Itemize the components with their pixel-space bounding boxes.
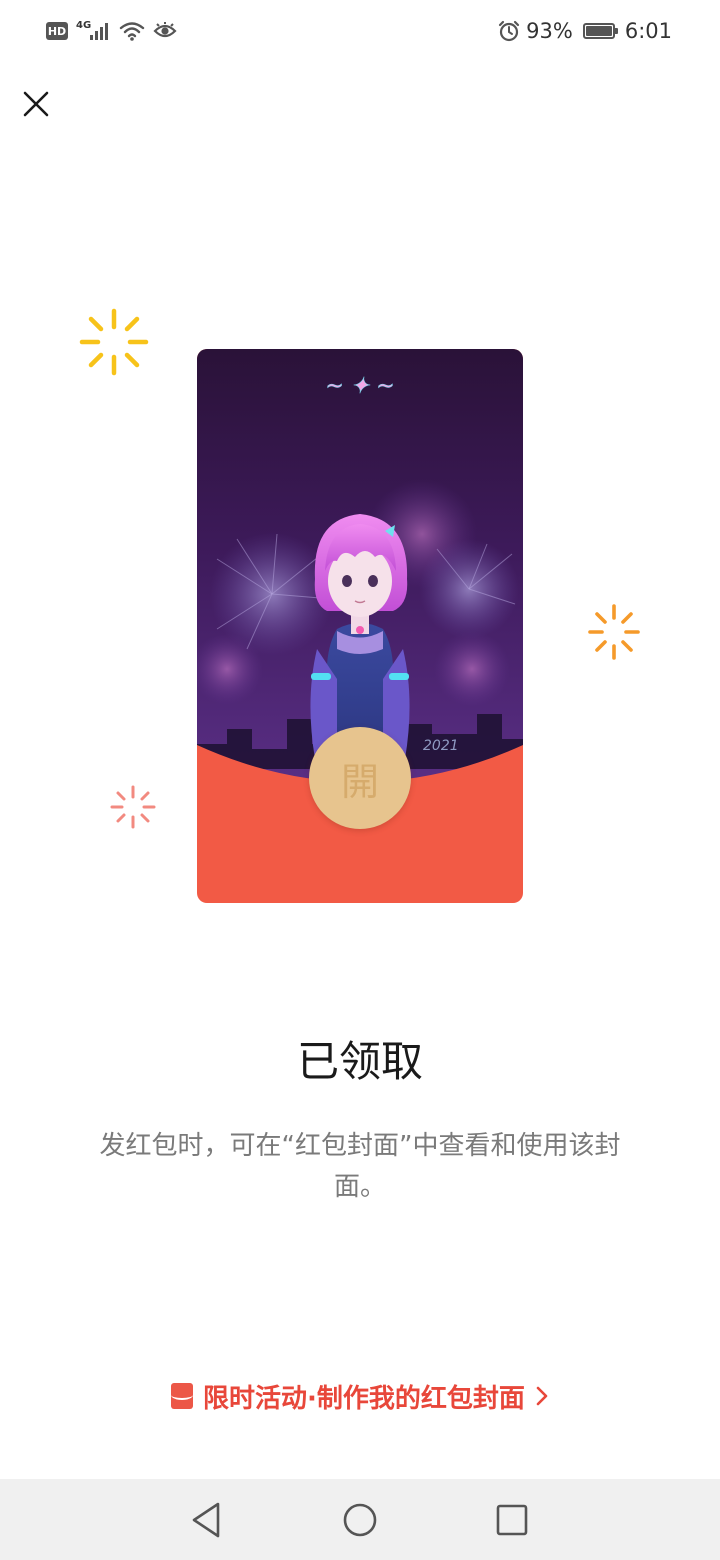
open-button-label: 開 bbox=[340, 759, 379, 804]
promo-link[interactable]: 限时活动·制作我的红包封面 bbox=[0, 1376, 720, 1416]
clock: 6:01 bbox=[624, 19, 672, 43]
svg-text:~ ✦ ~: ~ ✦ ~ bbox=[325, 374, 394, 399]
red-packet-icon bbox=[171, 1383, 194, 1409]
network-type: 4G bbox=[76, 19, 92, 31]
close-icon bbox=[23, 91, 49, 117]
sparkle-icon bbox=[79, 308, 149, 376]
status-bar: HD 4G 93% 6:01 bbox=[0, 0, 720, 62]
red-packet-cover: ~ ✦ ~ 2021 開 bbox=[197, 349, 523, 903]
sparkle-icon bbox=[588, 604, 640, 660]
home-icon bbox=[343, 1503, 377, 1537]
description-text: 发红包时，可在“红包封面”中查看和使用该封面。 bbox=[99, 1131, 621, 1202]
eye-comfort-icon bbox=[153, 22, 177, 38]
battery-percent: 93% bbox=[526, 19, 573, 43]
wifi-icon bbox=[119, 22, 145, 41]
signal-icon bbox=[90, 23, 109, 40]
sparkle-icon bbox=[110, 785, 156, 829]
cover-year-text: 2021 bbox=[423, 738, 459, 754]
close-button[interactable] bbox=[16, 84, 56, 124]
hd-badge: HD bbox=[46, 22, 68, 40]
alarm-icon bbox=[499, 20, 520, 42]
status-bar-right: 93% 6:01 bbox=[498, 16, 672, 46]
promo-label: 限时活动·制作我的红包封面 bbox=[203, 1383, 525, 1414]
status-title: 已领取 bbox=[296, 1037, 423, 1086]
battery-icon bbox=[582, 23, 618, 39]
cover-illustration: ~ ✦ ~ 2021 bbox=[197, 349, 523, 789]
recents-button[interactable] bbox=[489, 1497, 535, 1543]
open-button[interactable]: 開 bbox=[309, 727, 411, 829]
home-button[interactable] bbox=[337, 1497, 383, 1543]
back-icon bbox=[192, 1502, 220, 1538]
status-bar-left: HD 4G bbox=[46, 16, 177, 46]
battery-fill bbox=[585, 26, 612, 36]
chevron-right-icon bbox=[536, 1386, 548, 1406]
back-button[interactable] bbox=[183, 1497, 229, 1543]
recents-icon bbox=[496, 1504, 528, 1536]
navigation-bar bbox=[0, 1479, 720, 1560]
